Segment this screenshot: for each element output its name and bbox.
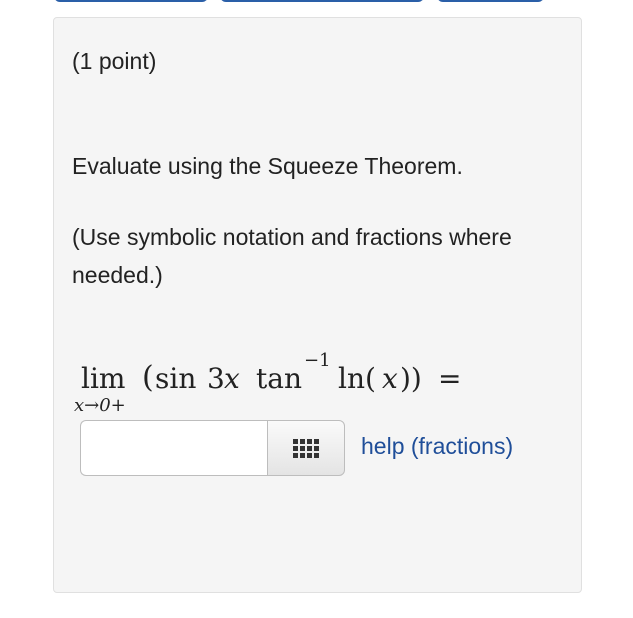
top-button-3[interactable] bbox=[437, 0, 544, 2]
top-button-2[interactable] bbox=[220, 0, 424, 2]
sin-function: sin bbox=[155, 362, 197, 395]
answer-input[interactable] bbox=[80, 420, 270, 476]
open-paren: ( bbox=[142, 360, 154, 395]
variable-x: x bbox=[224, 362, 240, 395]
points-label: (1 point) bbox=[72, 48, 157, 74]
grid-icon bbox=[293, 438, 319, 458]
help-fractions-link[interactable]: help (fractions) bbox=[361, 433, 513, 460]
lim-subscript: x→0+ bbox=[74, 395, 126, 416]
ln-function: ln( bbox=[338, 362, 376, 395]
top-button-bar bbox=[0, 0, 633, 6]
math-palette-button[interactable] bbox=[267, 420, 345, 476]
lim-operator: lim bbox=[81, 362, 126, 395]
inverse-exponent: −1 bbox=[304, 350, 331, 371]
problem-note: (Use symbolic notation and fractions whe… bbox=[72, 224, 512, 288]
answer-row: help (fractions) bbox=[80, 420, 560, 478]
coefficient-three: 3 bbox=[207, 362, 225, 395]
tan-function: tan bbox=[256, 362, 302, 395]
close-parens: )) bbox=[400, 362, 422, 395]
ln-argument: x bbox=[382, 362, 398, 395]
problem-instruction: Evaluate using the Squeeze Theorem. bbox=[72, 153, 463, 179]
top-button-1[interactable] bbox=[54, 0, 208, 2]
problem-card: (1 point) Evaluate using the Squeeze The… bbox=[53, 17, 582, 593]
equals-sign: = bbox=[438, 362, 462, 395]
limit-expression: lim x→0+ ( sin 3 x tan −1 ln( x )) = bbox=[74, 348, 534, 418]
